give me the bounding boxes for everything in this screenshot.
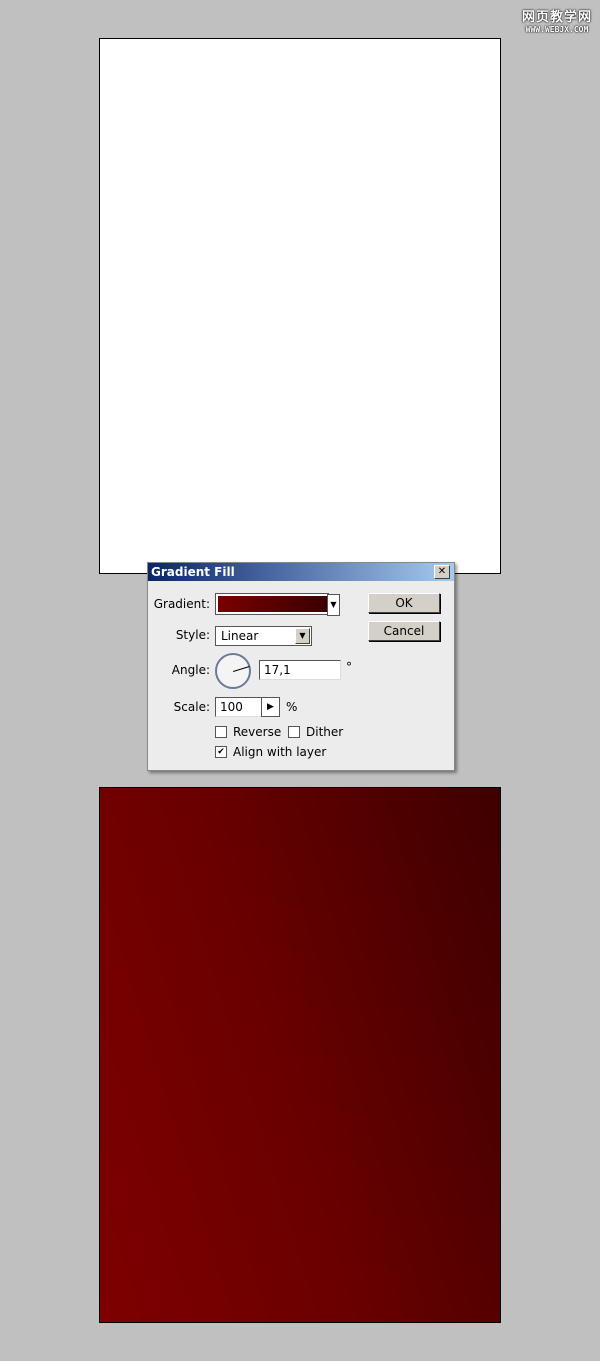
- angle-unit: °: [346, 660, 352, 674]
- checkbox-box[interactable]: [215, 726, 227, 738]
- gradient-swatch[interactable]: [218, 596, 328, 612]
- scale-unit: %: [286, 700, 298, 714]
- scale-slider-arrow-icon[interactable]: ▶: [261, 697, 280, 717]
- watermark-url: WWW.WEBJX.COM: [525, 25, 589, 34]
- ok-button[interactable]: OK: [368, 593, 440, 613]
- cancel-button[interactable]: Cancel: [368, 621, 440, 641]
- dither-checkbox[interactable]: Dither: [288, 725, 343, 739]
- watermark: 网页教学网 WWW.WEBJX.COM: [522, 6, 592, 34]
- chevron-down-icon[interactable]: ▼: [327, 594, 340, 616]
- reverse-checkbox[interactable]: Reverse: [215, 725, 281, 739]
- scale-label: Scale:: [173, 700, 210, 714]
- gradient-picker[interactable]: ▼: [215, 593, 340, 616]
- watermark-title: 网页教学网: [521, 10, 592, 25]
- reverse-label: Reverse: [233, 725, 282, 739]
- style-value: Linear: [221, 629, 259, 643]
- align-with-layer-checkbox[interactable]: ✔ Align with layer: [215, 745, 326, 759]
- chevron-down-icon[interactable]: ▼: [295, 628, 310, 644]
- angle-dial[interactable]: [215, 653, 251, 689]
- checkbox-box[interactable]: [288, 726, 300, 738]
- angle-input[interactable]: 17,1: [259, 660, 341, 680]
- dialog-titlebar[interactable]: Gradient Fill ✕: [148, 563, 454, 581]
- gradient-fill-dialog: Gradient Fill ✕ Gradient: ▼ Style: Linea…: [147, 562, 455, 771]
- scale-input[interactable]: 100: [215, 697, 263, 717]
- dither-label: Dither: [306, 725, 344, 739]
- style-select[interactable]: Linear ▼: [215, 626, 312, 646]
- dialog-title: Gradient Fill: [151, 565, 235, 579]
- style-label: Style:: [175, 628, 210, 642]
- align-label: Align with layer: [233, 745, 327, 759]
- gradient-filled-canvas: [99, 787, 501, 1323]
- angle-hand-icon: [233, 666, 250, 672]
- angle-label: Angle:: [171, 663, 210, 677]
- gradient-label: Gradient:: [153, 597, 210, 611]
- checkmark-icon[interactable]: ✔: [215, 746, 227, 758]
- blank-canvas: [99, 38, 501, 574]
- close-icon[interactable]: ✕: [434, 565, 450, 579]
